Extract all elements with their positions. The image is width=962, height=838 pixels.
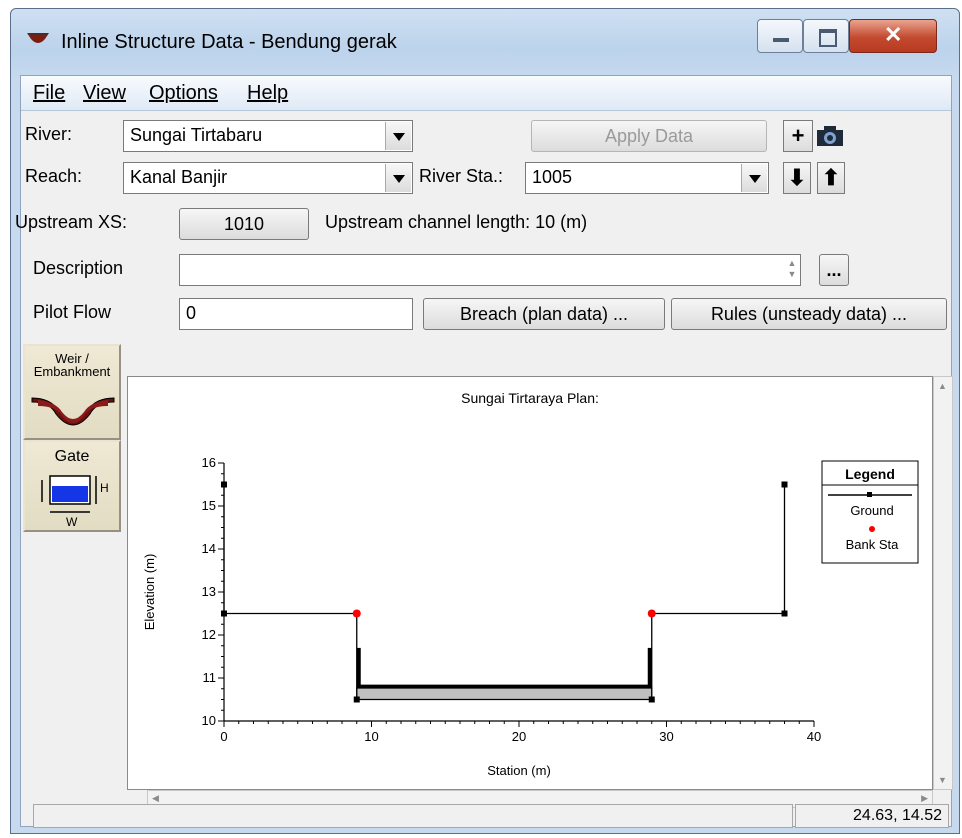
ground-point [781,481,788,488]
description-input[interactable] [179,254,801,286]
rules-button[interactable]: Rules (unsteady data) ... [671,298,947,330]
scroll-left-icon[interactable]: ◀ [152,793,159,804]
apply-data-button[interactable]: Apply Data [531,120,767,152]
maximize-button[interactable] [803,19,849,53]
add-xs-button[interactable]: + [783,120,813,152]
x-tick-label: 0 [220,729,227,744]
cross-section-plot[interactable]: Sungai Tirtaraya Plan: 0 10 20 30 40 10 11 12 13 1… [127,376,933,790]
minimize-button[interactable] [757,19,803,53]
x-tick-label: 20 [512,729,526,744]
scroll-up-icon[interactable]: ▲ [938,381,947,391]
river-label: River: [25,124,73,144]
y-axis-label: Elevation (m) [142,554,157,631]
title-bar: Inline Structure Data - Bendung gerak ✕ [11,9,959,73]
pilot-flow-label: Pilot Flow [33,302,112,322]
river-sta-label: River Sta.: [419,166,504,186]
y-tick-label: 11 [203,670,217,685]
weir-label: Weir / Embankment [33,351,111,379]
x-tick-label: 40 [807,729,821,744]
x-tick-label: 10 [364,729,378,744]
menu-options[interactable]: Options [149,82,218,105]
bank-sta-point [647,609,656,618]
gate-button[interactable]: Gate H W [23,440,121,532]
y-tick-label: 10 [202,713,216,728]
hec-ras-app-icon [27,33,49,43]
chart-title: Sungai Tirtaraya Plan: [461,390,599,406]
upstream-length-text: Upstream channel length: 10 (m) [325,212,588,232]
chevron-down-icon[interactable] [385,164,411,192]
chevron-down-icon[interactable] [385,122,411,150]
status-bar: 24.63, 14.52 [21,804,951,828]
chevron-down-icon[interactable] [741,164,767,192]
river-value: Sungai Tirtabaru [130,125,263,145]
legend-ground-label: Ground [850,503,893,518]
pilot-flow-input[interactable]: 0 [179,298,413,330]
y-tick-label: 13 [202,584,216,599]
reach-label: Reach: [25,166,83,186]
river-select[interactable]: Sungai Tirtabaru [123,120,413,152]
maximize-icon [819,29,837,47]
y-tick-label: 16 [202,455,216,470]
legend-ground-marker [867,492,872,497]
river-sta-value: 1005 [532,167,573,187]
gate-w-text: W [66,515,78,528]
menu-help[interactable]: Help [247,82,288,105]
upstream-xs-button[interactable]: 1010 [179,208,309,240]
menu-bar: File View Options Help [21,76,951,111]
status-message [33,804,793,828]
reach-value: Kanal Banjir [130,167,228,187]
close-button[interactable]: ✕ [849,19,937,53]
y-tick-label: 15 [202,498,216,513]
weir-embankment-button[interactable]: Weir / Embankment [23,344,121,440]
upstream-xs-label: Upstream XS: [15,212,128,232]
minimize-icon [773,38,789,42]
ground-point [221,610,227,617]
scroll-down-icon[interactable]: ▼ [938,775,947,785]
next-xs-down-button[interactable]: ⬇ [783,162,811,194]
x-axis-label: Station (m) [487,763,551,778]
scroll-right-icon[interactable]: ▶ [921,793,928,804]
ground-line [223,484,786,701]
reach-select[interactable]: Kanal Banjir [123,162,413,194]
gate-h-text: H [100,481,109,495]
bank-sta-point [352,609,361,618]
camera-button[interactable] [813,120,847,152]
close-icon: ✕ [884,22,903,47]
arrow-up-icon: ⬆ [821,165,841,190]
legend-bank-marker [869,526,875,532]
gate-label: Gate [54,448,90,465]
y-tick-label: 14 [202,541,216,556]
description-label: Description [33,258,124,278]
camera-icon [817,126,843,146]
x-tick-label: 30 [659,729,673,744]
menu-view[interactable]: View [83,82,126,105]
description-more-button[interactable]: ... [819,254,849,286]
app-window: Inline Structure Data - Bendung gerak ✕ … [10,8,960,834]
menu-file[interactable]: File [33,82,65,105]
plus-icon: + [791,123,805,148]
legend-bank-label: Bank Sta [846,537,900,552]
y-tick-label: 12 [202,627,216,642]
ground-point [221,481,227,488]
plot-svg: Sungai Tirtaraya Plan: 0 10 20 30 40 10 11 12 13 1… [142,390,919,778]
ground-point [353,696,360,703]
river-sta-select[interactable]: 1005 [525,162,769,194]
ground-point [648,696,655,703]
client-area: File View Options Help River: Sungai Tir… [15,75,953,828]
gate-icon: H W [41,475,109,528]
window-title: Inline Structure Data - Bendung gerak [61,31,397,53]
breach-button[interactable]: Breach (plan data) ... [423,298,665,330]
weir-icon [31,397,115,426]
status-coords: 24.63, 14.52 [795,804,949,828]
next-xs-up-button[interactable]: ⬆ [817,162,845,194]
ground-point [781,610,788,617]
arrow-down-icon: ⬇ [787,165,807,190]
description-spinner[interactable]: ▲ ▼ [785,258,799,282]
legend-title: Legend [845,466,895,482]
vertical-scrollbar[interactable]: ▲ ▼ [933,376,953,790]
